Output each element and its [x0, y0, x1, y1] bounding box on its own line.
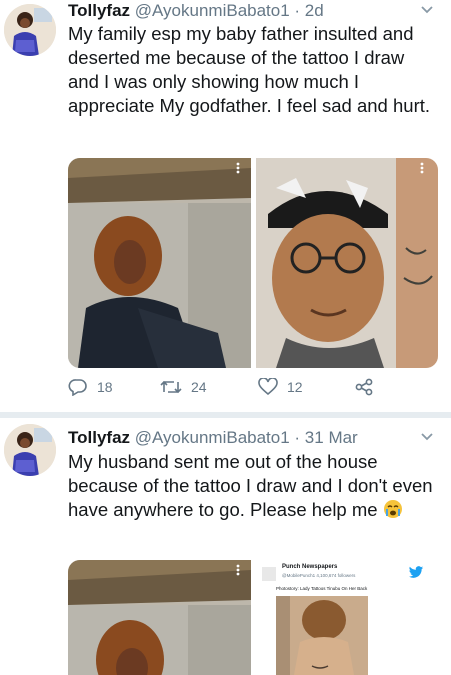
tweet-photo[interactable]: [256, 158, 438, 368]
more-icon[interactable]: [236, 564, 240, 576]
reply-count: 18: [97, 379, 113, 395]
reply-icon: [68, 379, 87, 396]
chevron-down-icon[interactable]: [420, 5, 434, 15]
embedded-account-meta: @MobilePunch1 4,100,674 followers: [282, 573, 356, 578]
chevron-down-icon[interactable]: [420, 432, 434, 442]
tweet-photo[interactable]: [68, 560, 251, 675]
avatar[interactable]: [4, 4, 56, 56]
embedded-caption: Photostory: Lady Tattoos Tinubu On Her B…: [276, 586, 368, 591]
publisher-logo: [262, 567, 276, 581]
retweet-icon: [160, 380, 182, 394]
user-handle[interactable]: @AyokunmiBabato1: [135, 428, 290, 447]
tweet[interactable]: Tollyfaz @AyokunmiBabato1 · 2d My family…: [0, 0, 451, 412]
display-name[interactable]: Tollyfaz: [68, 1, 130, 20]
twitter-bird-icon: [408, 566, 424, 578]
share-button[interactable]: [354, 378, 383, 396]
timestamp[interactable]: · 2d: [290, 1, 323, 20]
tweet-text: My family esp my baby father insulted an…: [68, 23, 431, 116]
embedded-tweet-screenshot[interactable]: Punch Newspapers @MobilePunch1 4,100,674…: [256, 560, 438, 675]
reply-button[interactable]: 18: [68, 378, 113, 396]
more-icon[interactable]: [236, 162, 240, 174]
share-icon: [355, 378, 373, 396]
timestamp[interactable]: · 31 Mar: [290, 428, 357, 447]
retweet-count: 24: [191, 379, 207, 395]
like-button[interactable]: 12: [258, 378, 303, 396]
embedded-photo: [276, 596, 368, 675]
tweet-header: Tollyfaz @AyokunmiBabato1 · 31 Mar: [68, 428, 358, 448]
display-name[interactable]: Tollyfaz: [68, 428, 130, 447]
tweet-text-content: My husband sent me out of the house beca…: [68, 451, 433, 520]
avatar[interactable]: [4, 424, 56, 476]
tweet-text: My husband sent me out of the house beca…: [68, 450, 438, 522]
user-handle[interactable]: @AyokunmiBabato1: [135, 1, 290, 20]
tweet-header: Tollyfaz @AyokunmiBabato1 · 2d: [68, 1, 324, 21]
retweet-button[interactable]: 24: [160, 378, 207, 396]
more-icon[interactable]: [420, 162, 424, 174]
embedded-account-name: Punch Newspapers: [282, 564, 338, 570]
like-icon: [258, 378, 278, 396]
tweet-actions: 18 24 12: [68, 378, 408, 402]
tweet-photo[interactable]: [68, 158, 251, 368]
crying-face-emoji-icon: [383, 500, 402, 518]
tweet[interactable]: Tollyfaz @AyokunmiBabato1 · 31 Mar My hu…: [0, 418, 451, 675]
like-count: 12: [287, 379, 303, 395]
